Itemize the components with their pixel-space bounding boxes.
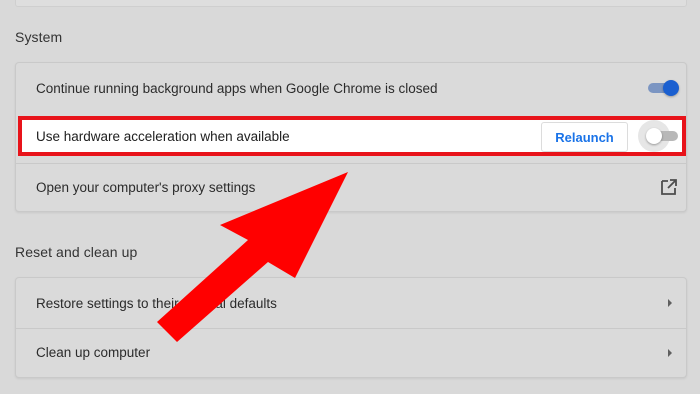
restore-defaults-label: Restore settings to their original defau… xyxy=(36,295,277,311)
reset-settings-card: Restore settings to their original defau… xyxy=(15,277,687,378)
background-apps-toggle[interactable] xyxy=(646,79,680,97)
proxy-settings-row[interactable]: Open your computer's proxy settings xyxy=(16,163,686,211)
restore-defaults-row[interactable]: Restore settings to their original defau… xyxy=(16,278,686,328)
proxy-settings-label: Open your computer's proxy settings xyxy=(36,179,256,195)
hardware-acceleration-label: Use hardware acceleration when available xyxy=(36,128,290,144)
relaunch-button[interactable]: Relaunch xyxy=(541,122,628,152)
background-apps-row[interactable]: Continue running background apps when Go… xyxy=(16,63,686,113)
clean-up-computer-row[interactable]: Clean up computer xyxy=(16,328,686,377)
clean-up-computer-label: Clean up computer xyxy=(36,345,151,360)
toggle-knob xyxy=(646,128,662,144)
toggle-knob xyxy=(663,80,679,96)
chevron-right-icon xyxy=(668,299,672,307)
hardware-acceleration-toggle[interactable] xyxy=(638,120,678,152)
open-in-new-icon[interactable] xyxy=(660,178,678,196)
chevron-right-icon xyxy=(668,348,672,357)
reset-section-title: Reset and clean up xyxy=(15,244,138,260)
previous-card-edge xyxy=(15,0,687,7)
background-apps-label: Continue running background apps when Go… xyxy=(36,80,438,96)
system-section-title: System xyxy=(15,29,63,45)
hardware-acceleration-row[interactable]: Use hardware acceleration when available… xyxy=(18,116,686,156)
